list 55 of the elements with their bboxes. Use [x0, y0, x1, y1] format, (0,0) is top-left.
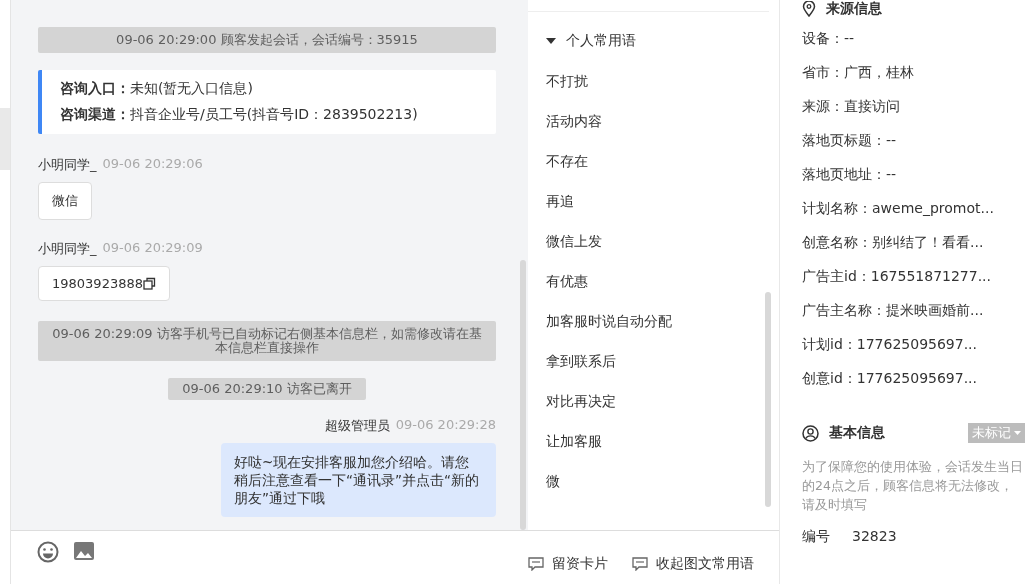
info-field: 落地页标题：--	[802, 131, 897, 149]
info-field: 广告主id：167551871277...	[802, 267, 991, 285]
info-field: 创意名称：别纠结了！看看...	[802, 233, 984, 251]
info-label: 咨询渠道：	[60, 106, 130, 124]
section-title: 来源信息	[826, 0, 882, 18]
sender-name: 小明同学_	[38, 156, 97, 174]
notice-text: 为了保障您的使用体验，会话发生当日的24点之后，顾客信息将无法修改，请及时填写	[802, 458, 1023, 514]
info-value: 抖音企业号/员工号(抖音号ID：2839502213)	[130, 106, 418, 124]
phrase-item[interactable]: 不打扰	[546, 61, 779, 101]
message-time: 09-06 20:29:09	[102, 240, 203, 257]
message-time: 09-06 20:29:06	[102, 156, 203, 173]
comment-icon	[632, 556, 648, 571]
message-text: 微信	[52, 192, 78, 210]
phrase-item[interactable]: 微	[546, 461, 779, 501]
phrase-group-toggle[interactable]: 个人常用语	[546, 21, 779, 61]
caret-icon	[546, 37, 556, 45]
phrase-item[interactable]: 微信上发	[546, 221, 779, 261]
info-value: 未知(暂无入口信息)	[130, 80, 253, 98]
phrase-item[interactable]: 对比再决定	[546, 381, 779, 421]
system-notice: 09-06 20:29:09 访客手机号已自动标记右侧基本信息栏，如需修改请在基本信息栏直接操作	[38, 321, 496, 361]
info-field: 省市：广西，桂林	[802, 63, 914, 81]
phrase-item[interactable]: 不存在	[546, 141, 779, 181]
info-field: 创意id：177625095697...	[802, 369, 977, 387]
comment-icon	[528, 556, 544, 571]
info-field: 广告主名称：提米映画婚前...	[802, 301, 984, 319]
phrase-item[interactable]: 有优惠	[546, 261, 779, 301]
sender-name: 小明同学_	[38, 240, 97, 258]
caret-icon	[1014, 431, 1021, 435]
info-field: 落地页地址：--	[802, 165, 897, 183]
field-label: 编号	[802, 528, 830, 546]
toolbar-button[interactable]: 留资卡片	[528, 543, 608, 584]
toolbar-button[interactable]: 收起图文常用语	[632, 543, 754, 584]
info-field: 计划名称：aweme_promot...	[802, 199, 994, 217]
message-bubble: 好哒~现在安排客服加您介绍哈。请您稍后注意查看一下“通讯录”并点击“新的朋友”通过下哦	[221, 443, 496, 517]
info-field: 设备：--	[802, 29, 855, 47]
copy-icon[interactable]	[143, 277, 156, 290]
message-time: 09-06 20:29:28	[395, 417, 496, 434]
phrase-item[interactable]: 加客服时说自动分配	[546, 301, 779, 341]
image-icon[interactable]	[73, 541, 95, 561]
phrase-item[interactable]: 活动内容	[546, 101, 779, 141]
section-title: 基本信息	[829, 424, 885, 442]
user-icon	[802, 424, 819, 442]
phrase-item[interactable]: 拿到联系后	[546, 341, 779, 381]
info-label: 咨询入口：	[60, 80, 130, 98]
field-value: 32823	[852, 528, 897, 546]
phrase-item[interactable]: 让加客服	[546, 421, 779, 461]
sender-name: 超级管理员	[324, 417, 390, 435]
system-notice: 09-06 20:29:10 访客已离开	[168, 378, 366, 400]
system-notice: 09-06 20:29:00 顾客发起会话，会话编号：35915	[38, 27, 496, 53]
message-text: 19803923888	[52, 276, 143, 291]
location-pin-icon	[802, 1, 816, 17]
emoji-icon[interactable]	[37, 541, 59, 563]
phrase-item[interactable]: 再追	[546, 181, 779, 221]
info-field: 来源：直接访问	[802, 97, 900, 115]
info-field: 计划id：177625095697...	[802, 335, 977, 353]
